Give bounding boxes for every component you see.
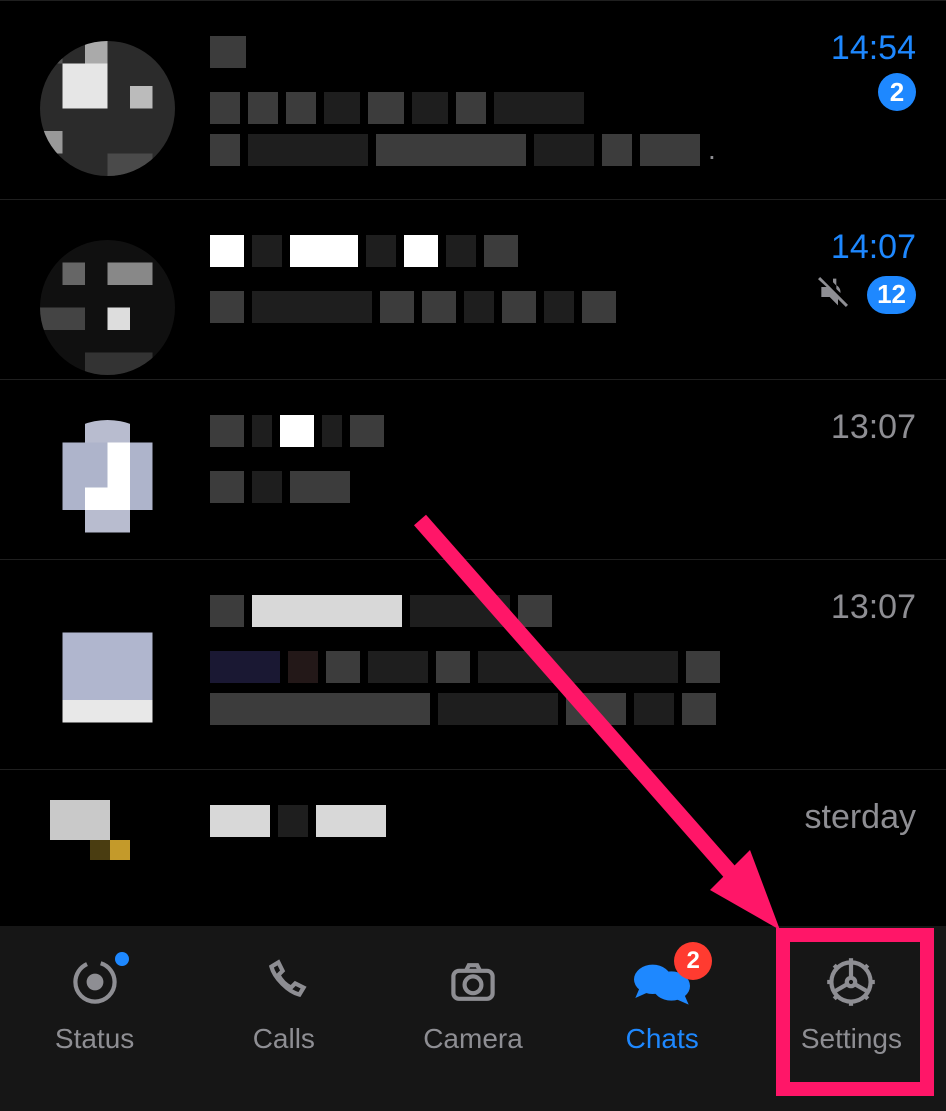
chat-name-redacted bbox=[210, 412, 916, 450]
tab-label: Chats bbox=[626, 1023, 699, 1055]
unread-badge: 2 bbox=[878, 73, 916, 111]
chat-name-redacted bbox=[210, 33, 916, 71]
chat-row[interactable]: 13:07 bbox=[0, 560, 946, 770]
chat-time: 13:07 bbox=[831, 408, 916, 447]
chat-row[interactable]: sterday bbox=[0, 770, 946, 872]
tab-status[interactable]: Status bbox=[0, 954, 189, 1055]
status-dot-indicator bbox=[115, 952, 129, 966]
chat-time: 14:07 bbox=[831, 228, 916, 267]
chat-name-redacted bbox=[210, 232, 916, 270]
phone-icon bbox=[252, 954, 316, 1015]
tab-label: Calls bbox=[253, 1023, 315, 1055]
chat-preview-redacted bbox=[210, 91, 916, 125]
chat-list: . 14:54 2 14:07 bbox=[0, 0, 946, 926]
tab-calls[interactable]: Calls bbox=[189, 954, 378, 1055]
chat-row[interactable]: 14:07 12 bbox=[0, 200, 946, 380]
chat-preview-redacted bbox=[210, 470, 916, 504]
avatar bbox=[40, 240, 175, 375]
avatar bbox=[40, 41, 175, 176]
chat-preview-redacted bbox=[210, 650, 916, 684]
chat-row[interactable]: 13:07 bbox=[0, 380, 946, 560]
chat-row[interactable]: . 14:54 2 bbox=[0, 0, 946, 200]
camera-icon bbox=[441, 954, 505, 1015]
tab-label: Camera bbox=[423, 1023, 523, 1055]
tab-label: Status bbox=[55, 1023, 134, 1055]
chat-time: 14:54 bbox=[831, 29, 916, 68]
unread-badge: 12 bbox=[867, 276, 916, 314]
annotation-highlight-box bbox=[776, 928, 934, 1096]
chats-badge: 2 bbox=[674, 942, 712, 980]
avatar bbox=[50, 800, 170, 860]
avatar bbox=[40, 420, 175, 555]
muted-icon bbox=[813, 272, 853, 317]
avatar bbox=[40, 610, 175, 745]
chat-name-redacted bbox=[210, 592, 916, 630]
chat-time: 13:07 bbox=[831, 588, 916, 627]
chat-preview-redacted bbox=[210, 290, 916, 324]
chat-time: sterday bbox=[805, 798, 917, 837]
tab-camera[interactable]: Camera bbox=[378, 954, 567, 1055]
tab-chats[interactable]: 2 Chats bbox=[568, 954, 757, 1055]
chat-preview-redacted: . bbox=[210, 133, 916, 167]
chat-preview-redacted bbox=[210, 692, 916, 726]
